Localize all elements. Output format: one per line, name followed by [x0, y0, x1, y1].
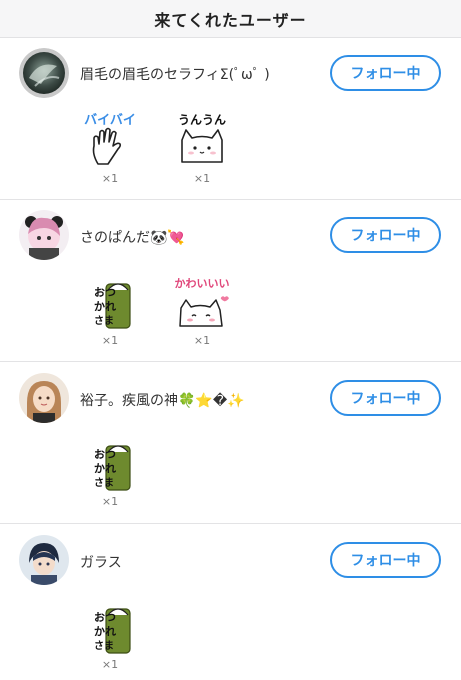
stamp-text: バイバイ	[84, 113, 136, 128]
stamp-count: ×1	[101, 495, 119, 508]
stamp-count: ×1	[101, 172, 119, 185]
stamp-count: ×1	[101, 334, 119, 347]
follow-button[interactable]: フォロー中	[330, 380, 441, 416]
avatar[interactable]	[19, 535, 69, 585]
svg-text:かれ: かれ	[94, 462, 116, 475]
username[interactable]: 裕子。疾風の神🍀⭐️�✨	[80, 390, 245, 410]
page-title: 来てくれたユーザー	[154, 10, 307, 30]
svg-text:かれ: かれ	[94, 300, 116, 313]
follow-button[interactable]: フォロー中	[330, 55, 441, 91]
svg-text:さま: さま	[94, 640, 114, 652]
page-header: 来てくれたユーザー	[0, 0, 461, 38]
avatar[interactable]	[19, 48, 69, 98]
follow-button[interactable]: フォロー中	[330, 542, 441, 578]
username[interactable]: さのぱんだ🐼💘	[80, 227, 185, 247]
divider	[0, 361, 461, 362]
username[interactable]: ガラス	[80, 552, 122, 572]
avatar[interactable]	[19, 210, 69, 260]
avatar[interactable]	[19, 373, 69, 423]
svg-text:さま: さま	[94, 477, 114, 489]
otsukare-cat-stamp: おつ かれ さま	[80, 432, 140, 492]
byebye-hand-stamp: バイバイ	[80, 108, 140, 168]
svg-text:おつ: おつ	[94, 611, 116, 624]
divider	[0, 199, 461, 200]
otsukare-cat-stamp: おつ かれ さま	[80, 595, 140, 655]
follow-button[interactable]: フォロー中	[330, 217, 441, 253]
svg-text:おつ: おつ	[94, 448, 116, 461]
stamp-count: ×1	[193, 172, 211, 185]
stamp-count: ×1	[193, 334, 211, 347]
otsukare-cat-stamp: おつ かれ さま	[80, 270, 140, 330]
stamp-text: うんうん	[178, 113, 226, 127]
kawaii-cat-stamp: かわいいい	[172, 272, 232, 332]
stamp-text: おつ	[94, 286, 116, 299]
svg-text:かれ: かれ	[94, 625, 116, 638]
stamp-text: かわいいい	[175, 277, 230, 290]
stamp-count: ×1	[101, 658, 119, 671]
unun-cat-stamp: うんうん	[172, 108, 232, 168]
username[interactable]: 眉毛の眉毛のセラフィΣ(ﾟωﾟ )	[80, 64, 270, 84]
svg-text:さま: さま	[94, 315, 114, 327]
divider	[0, 523, 461, 524]
